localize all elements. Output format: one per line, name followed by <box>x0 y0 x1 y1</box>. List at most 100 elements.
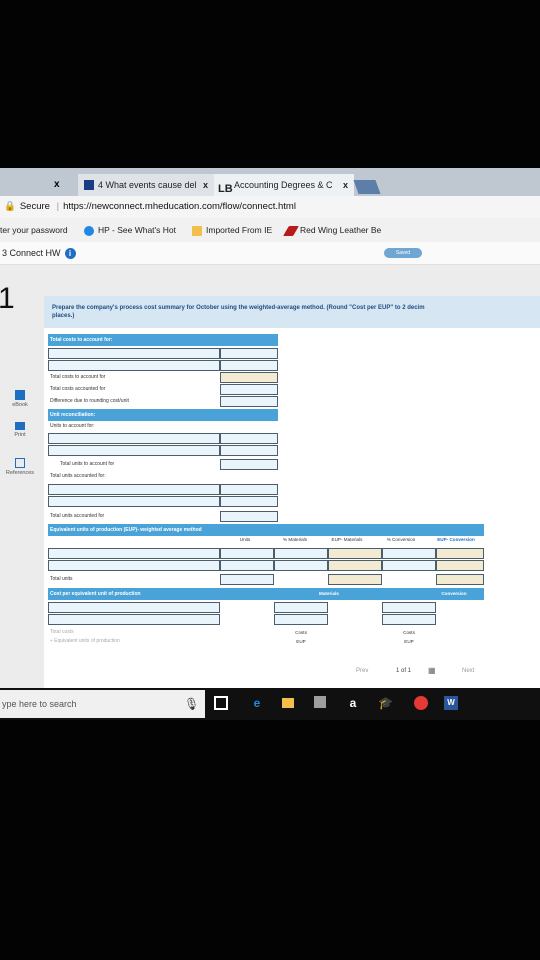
next-button[interactable]: Next <box>462 668 474 674</box>
graduation-cap-icon[interactable]: 🎓 <box>378 696 393 710</box>
eup-label: EUP <box>296 639 306 644</box>
taskbar-search-input[interactable]: ype here to search <box>0 690 205 718</box>
chrome-icon[interactable] <box>414 696 428 710</box>
cost-amount-input[interactable] <box>220 360 278 371</box>
prev-button[interactable]: Prev <box>356 668 368 674</box>
conversion-cost-input[interactable] <box>382 602 436 613</box>
row-label: Units to account for: <box>50 423 95 429</box>
bookmark-hp[interactable]: HP - See What's Hot <box>84 218 176 242</box>
eup-materials-value <box>328 560 382 571</box>
section-cost-per-eup: Cost per equivalent unit of production <box>48 588 484 600</box>
eup-pct-materials-input[interactable] <box>274 560 328 571</box>
row-label: ÷ Equivalent units of production <box>50 638 120 644</box>
materials-cost-input[interactable] <box>274 602 328 613</box>
taskbar: ype here to search 🎙 e a 🎓 W <box>0 688 540 720</box>
edge-icon[interactable]: e <box>250 696 264 710</box>
total-costs-to-account-value <box>220 372 278 383</box>
sidebar-print[interactable]: Print <box>0 422 40 438</box>
cost-per-eup-label-input[interactable] <box>48 602 220 613</box>
total-costs-accounted-input[interactable] <box>220 384 278 395</box>
col-units: Units <box>239 537 251 542</box>
units-accounted-label-input[interactable] <box>48 484 220 495</box>
question-prompt: Prepare the company's process cost summa… <box>44 296 540 328</box>
eup-units-input[interactable] <box>220 548 274 559</box>
word-icon[interactable]: W <box>444 696 458 710</box>
folder-icon <box>192 225 202 236</box>
units-amount-input[interactable] <box>220 433 278 444</box>
tab-what-events[interactable]: 4 What events cause del x <box>78 174 214 196</box>
conversion-eup-input[interactable] <box>382 614 436 625</box>
saved-badge: Saved <box>384 248 422 258</box>
task-view-icon[interactable] <box>214 696 228 710</box>
prompt-text: Prepare the company's process cost summa… <box>52 305 425 311</box>
eup-label-input[interactable] <box>48 560 220 571</box>
row-label: Total units accounted for <box>50 513 105 519</box>
prompt-text-continued: places.) <box>52 313 75 319</box>
eup-total-conversion-value <box>436 574 484 585</box>
cost-label-input[interactable] <box>48 360 220 371</box>
tab-title: Accounting Degrees & C <box>234 180 333 190</box>
file-explorer-icon[interactable] <box>282 698 294 708</box>
units-accounted-amount-input[interactable] <box>220 484 278 495</box>
bookmark-imported[interactable]: Imported From IE <box>192 218 272 242</box>
lock-icon: 🔒 <box>4 201 16 212</box>
url-text[interactable]: https://newconnect.mheducation.com/flow/… <box>63 201 296 212</box>
row-label: Total costs to account for <box>50 374 106 380</box>
microphone-icon[interactable]: 🎙 <box>184 697 199 711</box>
hp-icon <box>84 225 94 236</box>
col-eup-materials: EUP- Materials <box>331 537 363 542</box>
screen: x 4 What events cause del x LB Accountin… <box>0 168 540 720</box>
info-icon[interactable]: i <box>64 248 76 260</box>
eup-materials-value <box>328 548 382 559</box>
materials-eup-input[interactable] <box>274 614 328 625</box>
eup-conversion-value <box>436 548 484 559</box>
col-pct-conversion: % Conversion <box>386 537 416 542</box>
question-number: 1 <box>0 282 15 315</box>
references-icon <box>15 458 25 468</box>
sidebar-label: eBook <box>12 402 28 408</box>
app-header: 3 Connect HW i Saved <box>0 242 540 265</box>
cost-label-input[interactable] <box>48 348 220 359</box>
tab-bar: x 4 What events cause del x LB Accountin… <box>0 168 540 196</box>
address-bar[interactable]: 🔒 Secure | https://newconnect.mheducation.… <box>0 196 540 219</box>
eup-conversion-value <box>436 560 484 571</box>
sidebar-ebook[interactable]: eBook <box>0 390 40 408</box>
units-accounted-amount-input[interactable] <box>220 496 278 507</box>
sidebar-references[interactable]: References <box>0 458 40 476</box>
bookmark-redwing[interactable]: Red Wing Leather Be <box>283 218 381 242</box>
section-total-costs: Total costs to account for: <box>48 334 278 346</box>
eup-total-units-value <box>220 574 274 585</box>
close-tab-button[interactable]: x <box>343 174 348 196</box>
close-tab-button[interactable]: x <box>203 174 208 196</box>
sidebar-label: References <box>5 470 35 476</box>
col-materials: Materials <box>319 591 339 596</box>
grid-icon[interactable]: ▦ <box>428 666 436 675</box>
difference-input[interactable] <box>220 396 278 407</box>
total-units-accounted-input[interactable] <box>220 511 278 522</box>
eup-pct-materials-input[interactable] <box>274 548 328 559</box>
cost-amount-input[interactable] <box>220 348 278 359</box>
units-amount-input[interactable] <box>220 445 278 456</box>
new-tab-button[interactable] <box>353 180 381 194</box>
units-label-input[interactable] <box>48 433 220 444</box>
eup-units-input[interactable] <box>220 560 274 571</box>
amazon-icon[interactable]: a <box>346 696 360 710</box>
bookmarks-bar: ter your password HP - See What's Hot Im… <box>0 218 540 243</box>
red-wing-icon <box>283 225 299 236</box>
question-content: Prepare the company's process cost summa… <box>44 296 540 720</box>
col-conversion: Conversion <box>441 591 467 596</box>
bookmark-password[interactable]: ter your password <box>0 218 68 242</box>
tab-accounting-degrees[interactable]: LB Accounting Degrees & C x <box>214 174 354 196</box>
eup-label-input[interactable] <box>48 548 220 559</box>
col-eup-conversion: EUP- Conversion <box>437 537 475 542</box>
eup-pct-conversion-input[interactable] <box>382 560 436 571</box>
cost-per-eup-label-input[interactable] <box>48 614 220 625</box>
eup-pct-conversion-input[interactable] <box>382 548 436 559</box>
row-label: Difference due to rounding cost/unit <box>50 398 129 404</box>
row-label: Total costs accounted for <box>50 386 106 392</box>
units-accounted-label-input[interactable] <box>48 496 220 507</box>
close-tab-button[interactable]: x <box>54 174 60 196</box>
total-units-to-account-input[interactable] <box>220 459 278 470</box>
store-icon[interactable] <box>314 696 326 708</box>
units-label-input[interactable] <box>48 445 220 456</box>
